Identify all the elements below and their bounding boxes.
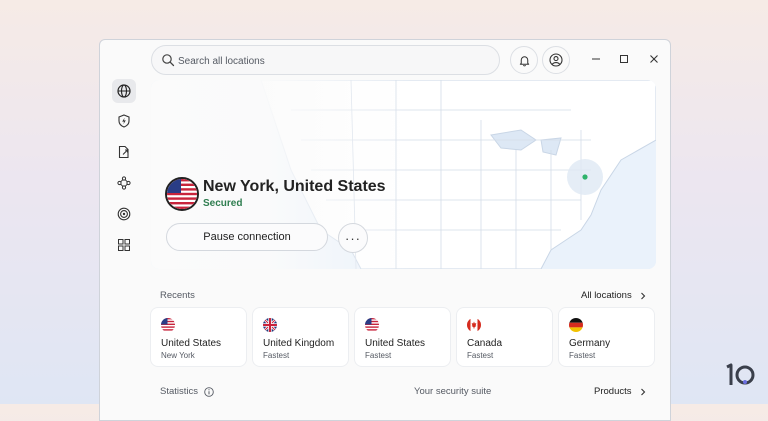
sidebar-item-locations[interactable] bbox=[112, 79, 136, 103]
close-icon bbox=[650, 55, 658, 63]
recent-card[interactable]: United Kingdom Fastest bbox=[253, 308, 348, 366]
meshnet-icon bbox=[117, 176, 131, 190]
recent-detail: Fastest bbox=[569, 351, 596, 360]
chevron-right-icon bbox=[640, 292, 645, 299]
recent-country: Germany bbox=[569, 338, 611, 349]
search-input[interactable] bbox=[176, 50, 480, 72]
maximize-button[interactable] bbox=[616, 51, 632, 67]
connected-location: New York, United States bbox=[203, 178, 386, 195]
statistics-label: Statistics bbox=[160, 386, 199, 397]
maximize-icon bbox=[620, 55, 628, 63]
sidebar-item-dark-web-monitor[interactable] bbox=[112, 202, 136, 226]
sidebar-item-threat-protection[interactable] bbox=[112, 109, 136, 133]
sidebar-item-apps[interactable] bbox=[112, 233, 136, 257]
recent-country: United States bbox=[365, 338, 426, 349]
watermark-logo bbox=[726, 363, 755, 385]
target-icon bbox=[117, 207, 131, 221]
notifications-button[interactable] bbox=[510, 46, 538, 74]
minimize-button[interactable] bbox=[588, 51, 604, 67]
canada-flag-icon bbox=[467, 318, 481, 332]
close-button[interactable] bbox=[646, 51, 662, 67]
products-label: Products bbox=[594, 386, 632, 397]
security-suite-label: Your security suite bbox=[414, 386, 492, 397]
chevron-right-icon bbox=[640, 388, 645, 395]
search-bar[interactable] bbox=[151, 45, 500, 75]
sidebar-item-meshnet[interactable] bbox=[112, 171, 136, 195]
recent-detail: Fastest bbox=[365, 351, 392, 360]
shield-bolt-icon bbox=[118, 114, 130, 128]
recent-country: United Kingdom bbox=[263, 338, 335, 349]
recent-detail: Fastest bbox=[263, 351, 290, 360]
us-flag-icon bbox=[161, 318, 175, 332]
account-button[interactable] bbox=[542, 46, 570, 74]
us-flag-icon bbox=[365, 318, 379, 332]
connection-status: Secured bbox=[203, 198, 243, 209]
search-icon bbox=[162, 54, 175, 67]
minimize-icon bbox=[592, 58, 600, 60]
more-options-button[interactable]: ··· bbox=[338, 223, 368, 253]
all-locations-label: All locations bbox=[581, 290, 632, 301]
recent-card[interactable]: United States Fastest bbox=[355, 308, 450, 366]
recent-card[interactable]: Canada Fastest bbox=[457, 308, 552, 366]
apps-grid-icon bbox=[118, 239, 130, 251]
recent-country: Canada bbox=[467, 338, 503, 349]
germany-flag-icon bbox=[569, 318, 583, 332]
globe-icon bbox=[117, 84, 131, 98]
recent-detail: Fastest bbox=[467, 351, 494, 360]
recent-card[interactable]: United States New York bbox=[151, 308, 246, 366]
recent-country: United States bbox=[161, 338, 222, 349]
us-flag-large bbox=[165, 177, 199, 211]
uk-flag-icon bbox=[263, 318, 277, 332]
pause-connection-button[interactable]: Pause connection bbox=[166, 223, 328, 251]
app-window: New York, United States Secured Pause co… bbox=[99, 39, 671, 421]
statistics-section[interactable]: Statistics bbox=[160, 386, 214, 397]
recent-detail: New York bbox=[161, 351, 195, 360]
split-tunnel-icon bbox=[118, 145, 129, 159]
products-link[interactable]: Products bbox=[594, 386, 647, 397]
all-locations-link[interactable]: All locations bbox=[581, 290, 647, 301]
user-icon bbox=[549, 53, 563, 67]
sidebar-item-file-sharing[interactable] bbox=[112, 140, 136, 164]
title-bar bbox=[100, 40, 670, 80]
recent-card[interactable]: Germany Fastest bbox=[559, 308, 654, 366]
bell-icon bbox=[519, 55, 529, 66]
recents-title: Recents bbox=[160, 290, 195, 301]
info-icon bbox=[204, 386, 214, 397]
